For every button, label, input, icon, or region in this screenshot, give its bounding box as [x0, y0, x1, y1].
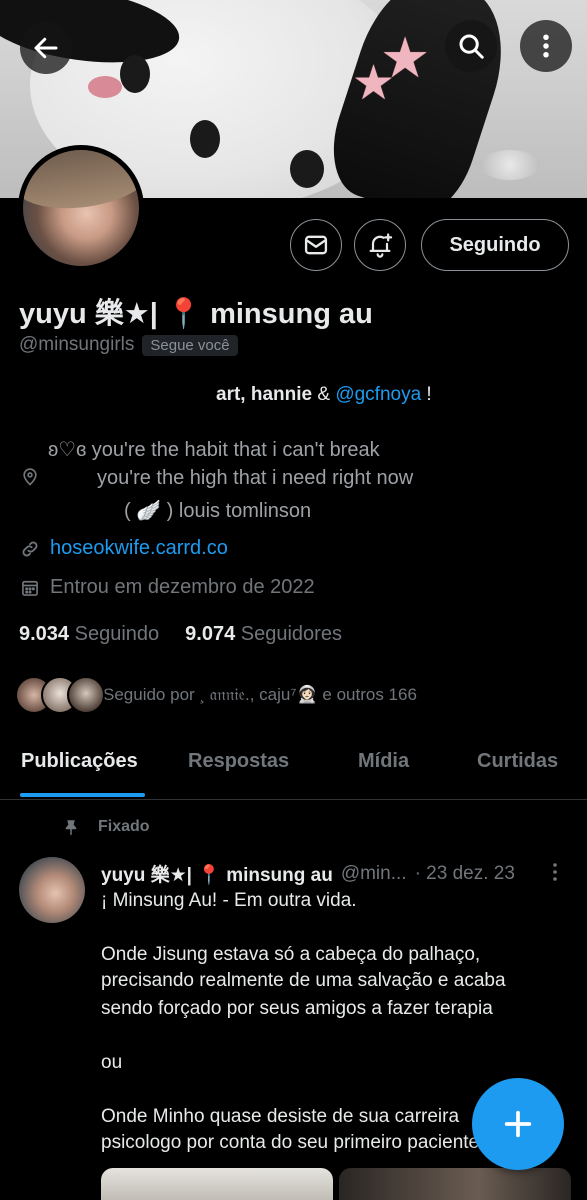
more-vertical-icon	[543, 34, 549, 58]
bell-plus-icon	[369, 233, 393, 258]
post-text-line: ¡ Minsung Au! - Em outra vida.	[101, 890, 357, 911]
pinned-label: Fixado	[98, 818, 150, 835]
profile-display-name: yuyu 樂★| 📍 minsung au	[19, 298, 373, 330]
banner-plush-eye	[120, 55, 150, 93]
followers-stat[interactable]: 9.074 Seguidores	[185, 623, 342, 646]
follow-stats: 9.034 Seguindo 9.074 Seguidores	[19, 623, 342, 646]
banner-plush-eye	[190, 120, 220, 158]
message-button[interactable]	[290, 219, 342, 271]
joined-row: Entrou em dezembro de 2022	[20, 576, 315, 599]
bio-ampersand: &	[312, 384, 336, 405]
pin-icon	[65, 820, 77, 836]
post-text-line: Onde Jisung estava só a cabeça do palhaç…	[101, 944, 481, 965]
joined-date: Entrou em dezembro de 2022	[50, 576, 315, 598]
link-icon	[22, 541, 38, 556]
post-avatar[interactable]	[19, 857, 85, 923]
post-author-name[interactable]: yuyu 樂★| 📍 minsung au	[101, 860, 333, 887]
website-row[interactable]: hoseokwife.carrd.co	[20, 537, 228, 560]
more-vertical-icon[interactable]	[548, 860, 562, 884]
tab-likes[interactable]: Curtidas	[477, 750, 558, 773]
followed-by-text: Seguido por ¸ 𝔞𝔫𝔫𝔦𝔢., caju⁷👩🏻‍🚀 e outros…	[103, 685, 417, 704]
tab-media[interactable]: Mídia	[358, 750, 409, 773]
location-pin-icon	[23, 468, 37, 486]
search-button[interactable]	[445, 20, 497, 72]
banner-plush-eye	[290, 150, 324, 188]
post-text-line: psicologo por conta do seu primeiro paci…	[101, 1132, 480, 1153]
bio-mention-link[interactable]: @gcfnoya	[335, 384, 421, 405]
post-text-line: ou	[101, 1052, 123, 1073]
profile-handle: @minsungirls	[19, 334, 135, 355]
post-header: yuyu 樂★| 📍 minsung au @min... · 23 dez. …	[101, 860, 515, 887]
follower-avatars	[15, 676, 105, 714]
website-link[interactable]: hoseokwife.carrd.co	[50, 537, 228, 560]
tab-replies[interactable]: Respostas	[188, 750, 289, 773]
active-tab-indicator	[20, 793, 145, 797]
banner-plush-blush	[88, 76, 122, 98]
calendar-icon	[22, 580, 38, 596]
notifications-button[interactable]	[354, 219, 406, 271]
star-icon: ★	[352, 57, 396, 110]
profile-bio: art, hannie & @gcfnoya !	[216, 384, 432, 406]
follows-you-badge: Segue você	[142, 334, 238, 356]
post-text-line: sendo forçado por seus amigos a fazer te…	[101, 998, 493, 1019]
handle-row: @minsungirls Segue você	[19, 334, 238, 356]
followed-by-row[interactable]: Seguido por ¸ 𝔞𝔫𝔫𝔦𝔢., caju⁷👩🏻‍🚀 e outros…	[15, 676, 417, 714]
compose-post-button[interactable]	[472, 1078, 564, 1170]
arrow-left-icon	[34, 37, 58, 59]
followers-count: 9.074	[185, 623, 236, 645]
following-button[interactable]: Seguindo	[421, 219, 569, 271]
location-line: ʚ♡ɞ you're the habit that i can't break	[48, 439, 380, 461]
location-line: you're the high that i need right now	[97, 467, 414, 489]
location-line: ( 🪽 ) louis tomlinson	[124, 500, 312, 522]
search-icon	[459, 34, 484, 59]
followers-label: Seguidores	[240, 623, 342, 645]
plus-icon	[504, 1110, 532, 1138]
following-label: Seguindo	[74, 623, 160, 645]
bio-text: art, hannie	[216, 384, 313, 405]
back-button[interactable]	[20, 22, 72, 74]
post-text-line: Onde Minho quase desiste de sua carreira	[101, 1106, 460, 1127]
bio-end: !	[421, 384, 432, 405]
banner-sparkle	[480, 150, 540, 180]
following-stat[interactable]: 9.034 Seguindo	[19, 623, 159, 646]
post-date: · 23 dez. 23	[414, 862, 515, 884]
post-media-image[interactable]	[101, 1168, 333, 1200]
pinned-label-row: Fixado	[62, 817, 150, 837]
profile-avatar[interactable]	[18, 145, 144, 271]
post-media-image[interactable]	[339, 1168, 571, 1200]
avatar	[67, 676, 105, 714]
profile-tabs: Publicações Respostas Mídia Curtidas	[0, 740, 587, 800]
post-author-handle[interactable]: @min...	[341, 863, 407, 885]
following-count: 9.034	[19, 623, 70, 645]
post-text-line: precisando realmente de uma salvação e a…	[101, 970, 506, 991]
more-options-button[interactable]	[520, 20, 572, 72]
mail-icon	[304, 235, 328, 255]
tab-posts[interactable]: Publicações	[21, 750, 138, 773]
